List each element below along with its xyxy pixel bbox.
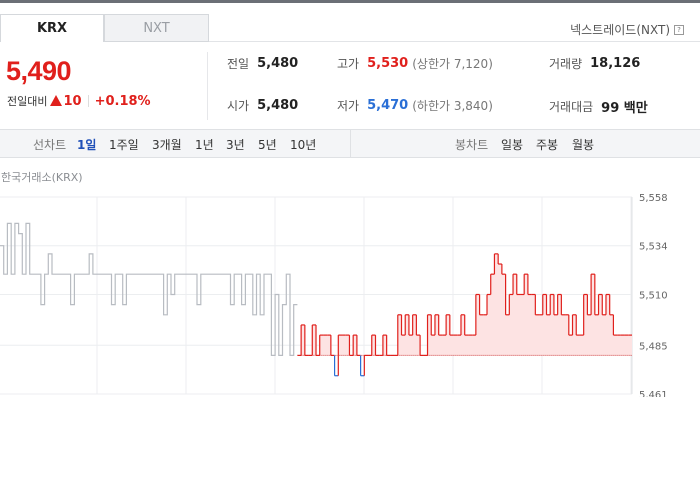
candle-monthly[interactable]: 월봉 [572, 136, 594, 153]
stat-label: 고가 [337, 57, 360, 71]
current-price: 5,490 [6, 56, 72, 86]
lower-limit: (하한가 3,840) [412, 99, 493, 113]
tab-krx[interactable]: KRX [0, 14, 104, 42]
nxt-link[interactable]: 넥스트레이드(NXT) ? [570, 21, 684, 38]
period-5y[interactable]: 5년 [258, 136, 277, 153]
line-chart-label: 선차트 [33, 138, 67, 152]
stat-label: 저가 [337, 99, 360, 113]
period-1d[interactable]: 1일 [77, 136, 96, 153]
stat-high: 고가 5,530 (상한가 7,120) [337, 55, 493, 72]
stat-open: 시가 5,480 [227, 97, 298, 114]
candle-daily[interactable]: 일봉 [501, 136, 523, 153]
y-axis: 5,558 5,534 5,510 5,485 5,461 [639, 193, 668, 397]
change-value: 10 [63, 93, 82, 109]
chart-fill [297, 253, 632, 356]
change-label: 전일대비 [7, 95, 48, 108]
y-tick-label: 5,534 [639, 242, 668, 253]
stat-low: 저가 5,470 (하한가 3,840) [337, 97, 493, 114]
pre-market-series [0, 222, 298, 356]
period-3m[interactable]: 3개월 [152, 136, 182, 153]
stat-volume: 거래량 18,126 [549, 55, 640, 72]
tab-nxt[interactable]: NXT [104, 14, 209, 42]
period-1y[interactable]: 1년 [195, 136, 214, 153]
stat-prev-close: 전일 5,480 [227, 55, 298, 72]
candle-chart-label: 봉차트 [455, 138, 489, 152]
up-arrow-icon [50, 94, 63, 106]
period-1w[interactable]: 1주일 [109, 136, 139, 153]
stat-value: 99 백만 [601, 101, 648, 116]
stat-value: 18,126 [590, 56, 641, 71]
stat-label: 시가 [227, 99, 250, 113]
market-label: 한국거래소(KRX) [1, 171, 83, 184]
stat-label: 거래량 [549, 57, 583, 71]
stat-value: 5,480 [257, 56, 299, 71]
stats-divider [207, 52, 208, 120]
toolbar-divider [350, 130, 351, 157]
change-rate: +0.18% [94, 93, 151, 109]
change-divider [87, 95, 89, 107]
stat-label: 거래대금 [549, 100, 594, 114]
period-3y[interactable]: 3년 [226, 136, 245, 153]
tab-divider [209, 41, 700, 42]
upper-limit: (상한가 7,120) [412, 57, 493, 71]
y-tick-label: 5,510 [639, 290, 668, 301]
stat-value: 5,530 [367, 56, 409, 71]
price-change: 전일대비 10 +0.18% [7, 93, 151, 109]
period-10y[interactable]: 10년 [290, 136, 316, 153]
nxt-link-label: 넥스트레이드(NXT) [570, 23, 670, 37]
stat-value: 5,470 [367, 98, 409, 113]
up-area-fill [297, 253, 632, 356]
y-tick-label: 5,485 [639, 341, 668, 352]
top-border [0, 0, 700, 3]
intraday-chart: 5,558 5,534 5,510 5,485 5,461 [0, 193, 668, 397]
y-tick-label: 5,461 [639, 390, 668, 397]
candle-weekly[interactable]: 주봉 [536, 136, 558, 153]
help-icon[interactable]: ? [674, 24, 684, 35]
period-toolbar: 선차트 1일 1주일 3개월 1년 3년 5년 10년 봉차트 일봉 주봉 월봉 [0, 129, 700, 158]
y-tick-label: 5,558 [639, 193, 668, 204]
stat-label: 전일 [227, 57, 250, 71]
stat-amount: 거래대금 99 백만 [549, 97, 648, 116]
stat-value: 5,480 [257, 98, 299, 113]
chart-grid [0, 196, 633, 395]
